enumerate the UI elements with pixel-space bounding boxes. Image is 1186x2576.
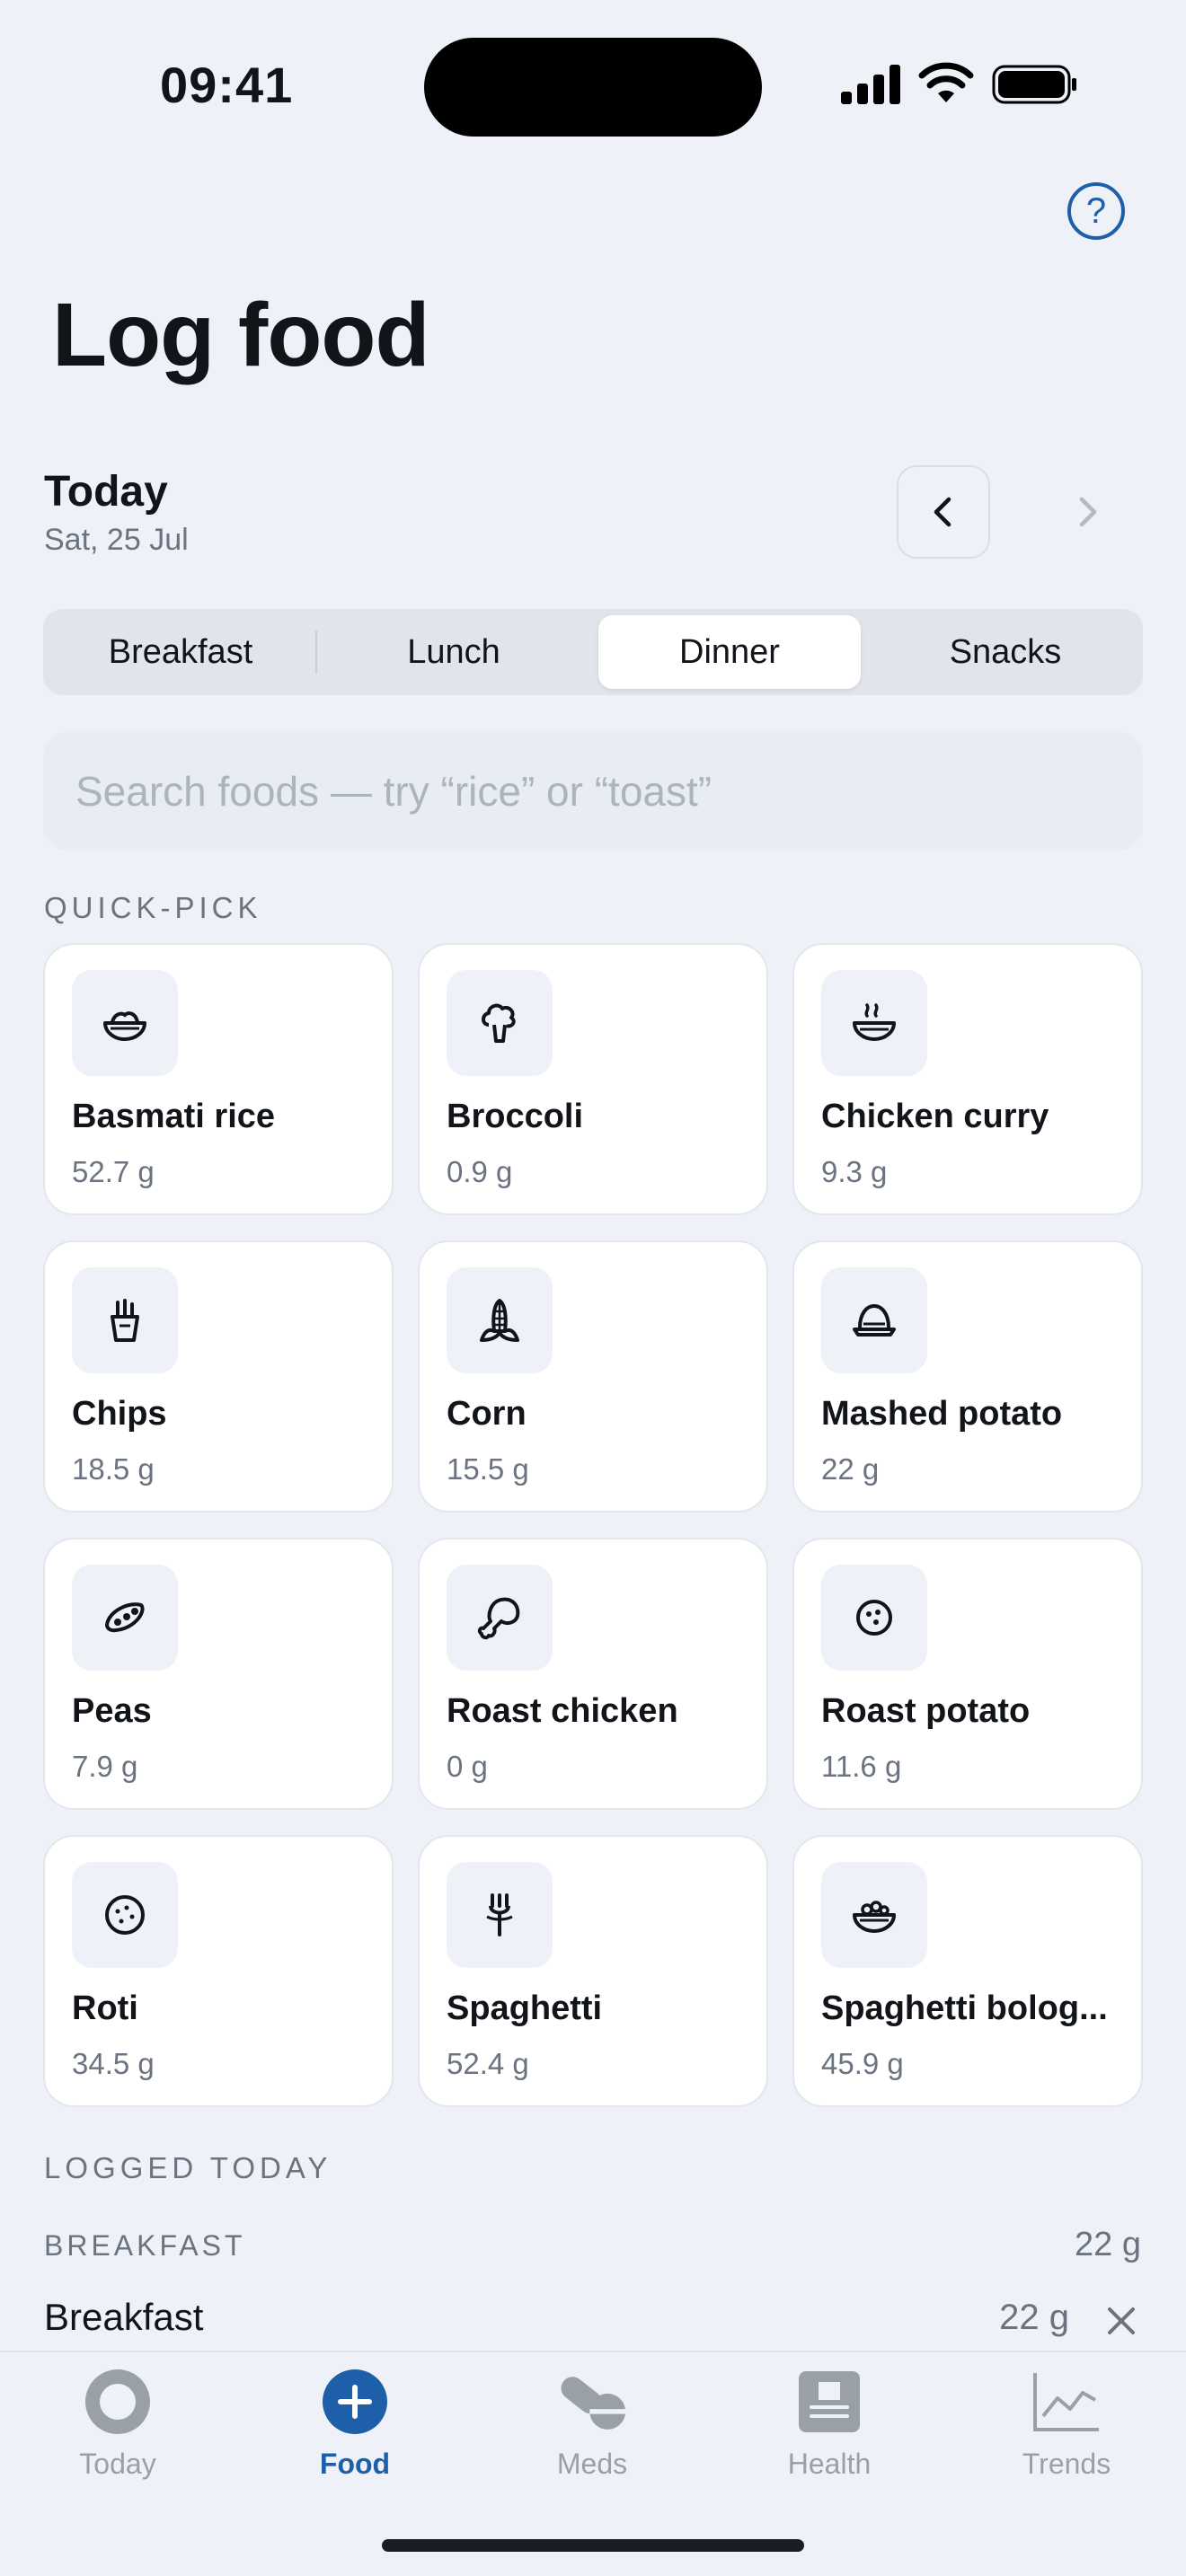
food-name: Roast chicken [447,1692,678,1730]
chevron-left-icon [934,497,951,527]
tab-label: Health [787,2448,872,2480]
food-card-peas[interactable]: Peas 7.9 g [43,1538,394,1810]
drumstick-icon [447,1565,553,1671]
status-time: 09:41 [160,57,294,113]
food-name: Corn [447,1395,527,1433]
tab-label: Food [319,2448,391,2480]
remove-entry-button[interactable] [1096,2296,1146,2346]
food-card-mashed-potato[interactable]: Mashed potato 22 g [792,1240,1143,1513]
help-button[interactable]: ? [1067,182,1125,240]
food-card-roti[interactable]: Roti 34.5 g [43,1835,394,2107]
close-icon [1108,2307,1135,2334]
food-amount: 52.4 g [447,2047,529,2080]
broccoli-icon [447,970,553,1076]
previous-day-button[interactable] [897,465,990,559]
tab-breakfast[interactable]: Breakfast [49,615,312,689]
tab-trends[interactable]: Trends [968,2367,1165,2492]
food-amount: 9.3 g [821,1155,888,1188]
food-amount: 34.5 g [72,2047,155,2080]
food-card-chicken-curry[interactable]: Chicken curry 9.3 g [792,943,1143,1215]
tab-label: Trends [1022,2448,1111,2480]
food-card-chips[interactable]: Chips 18.5 g [43,1240,394,1513]
food-name: Chips [72,1395,167,1433]
food-amount: 0 g [447,1750,488,1783]
food-name: Peas [72,1692,152,1730]
segment-divider [315,631,317,674]
food-amount: 7.9 g [72,1750,138,1783]
tab-snacks[interactable]: Snacks [874,615,1137,689]
logged-group-total: 22 g [1075,2226,1141,2263]
rice-bowl-icon [72,970,178,1076]
wifi-icon [918,62,974,102]
food-name: Mashed potato [821,1395,1063,1433]
flatbread-icon [72,1862,178,1968]
food-card-spaghetti-bolognese[interactable]: Spaghetti bolog... 45.9 g [792,1835,1143,2107]
food-name: Spaghetti bolog... [821,1989,1108,2027]
food-amount: 0.9 g [447,1155,513,1188]
tab-health[interactable]: Health [730,2367,928,2492]
food-name: Basmati rice [72,1098,276,1135]
fries-icon [72,1267,178,1373]
logged-group-label: BREAKFAST [44,2229,246,2262]
food-amount: 52.7 g [72,1155,155,1188]
tab-meds[interactable]: Meds [493,2367,691,2492]
food-amount: 22 g [821,1452,880,1486]
next-day-button[interactable] [1040,465,1134,559]
meal-segmented-control: Breakfast Lunch Dinner Snacks [43,609,1143,695]
food-name: Roti [72,1989,138,2027]
health-card-icon [794,2367,864,2437]
food-card-roast-chicken[interactable]: Roast chicken 0 g [418,1538,768,1810]
home-indicator [382,2539,804,2552]
dynamic-island [424,38,762,137]
logged-row-amount: 22 g [999,2298,1069,2337]
quick-pick-label: QUICK-PICK [44,891,262,924]
food-card-basmati-rice[interactable]: Basmati rice 52.7 g [43,943,394,1215]
page-title: Log food [52,285,430,385]
date-subtitle: Sat, 25 Jul [44,523,189,557]
food-amount: 18.5 g [72,1452,155,1486]
food-amount: 11.6 g [821,1750,902,1783]
mash-icon [821,1267,927,1373]
plus-circle-icon [320,2367,390,2437]
pill-icon [557,2367,627,2437]
fork-icon [447,1862,553,1968]
tab-lunch[interactable]: Lunch [323,615,585,689]
logged-today-label: LOGGED TODAY [44,2151,332,2184]
peas-icon [72,1565,178,1671]
battery-icon [992,65,1076,104]
status-bar: 09:41 [0,0,1186,171]
search-field-container [43,732,1143,851]
question-circle-icon: ? [1085,190,1107,231]
search-input[interactable] [43,732,1143,851]
tab-food[interactable]: Food [256,2367,454,2492]
food-name: Chicken curry [821,1098,1049,1135]
pasta-bowl-icon [821,1862,927,1968]
tab-label: Meds [556,2448,628,2480]
food-name: Spaghetti [447,1989,603,2027]
tab-today[interactable]: Today [19,2367,217,2492]
signal-icon [841,65,900,104]
line-chart-icon [1031,2367,1102,2437]
chevron-right-icon [1079,497,1097,527]
food-card-broccoli[interactable]: Broccoli 0.9 g [418,943,768,1215]
corn-icon [447,1267,553,1373]
food-name: Roast potato [821,1692,1031,1730]
food-amount: 45.9 g [821,2047,904,2080]
food-card-corn[interactable]: Corn 15.5 g [418,1240,768,1513]
potato-icon [821,1565,927,1671]
food-card-spaghetti[interactable]: Spaghetti 52.4 g [418,1835,768,2107]
curry-bowl-icon [821,970,927,1076]
logged-row-name: Breakfast [44,2296,204,2338]
tab-label: Today [79,2448,156,2480]
ring-icon [83,2367,153,2437]
food-name: Broccoli [447,1098,584,1135]
food-card-roast-potato[interactable]: Roast potato 11.6 g [792,1538,1143,1810]
date-label: Today [44,468,168,516]
food-amount: 15.5 g [447,1452,529,1486]
tab-dinner[interactable]: Dinner [598,615,861,689]
